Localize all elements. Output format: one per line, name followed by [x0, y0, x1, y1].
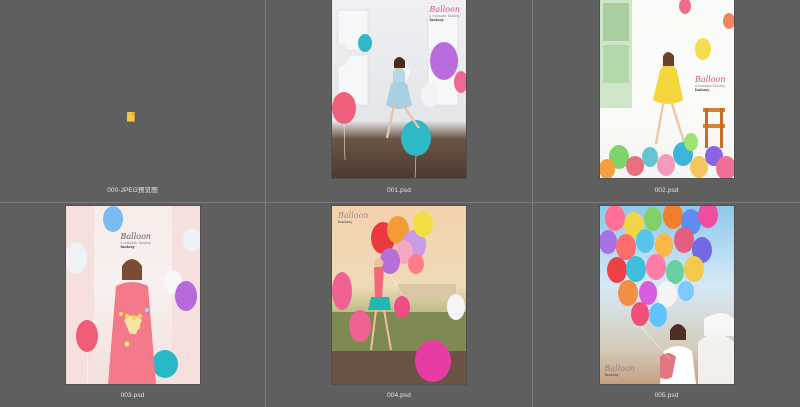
item-caption: 005.psd: [654, 392, 679, 399]
grid-item-001[interactable]: Balloon a romantic fantasy fantasy 001.p…: [266, 0, 533, 203]
logo-main: Balloon: [338, 211, 369, 220]
balloon-logo: Balloon fantasy: [604, 363, 636, 378]
balloon-logo: Balloon a romantic fantasy fantasy: [695, 76, 726, 93]
balloon-scene: [599, 206, 734, 384]
logo-main: Balloon: [604, 363, 636, 373]
grid-item-folder[interactable]: 000-JPEG预览图: [0, 0, 266, 203]
logo-tag: fantasy: [120, 245, 135, 250]
logo-tag: fantasy: [429, 18, 444, 23]
thumbnail-image: Balloon a romantic fantasy fantasy: [599, 0, 734, 178]
item-caption: 002.psd: [654, 187, 679, 194]
file-browser: 000-JPEG预览图 Balloon a romantic fantasy f…: [0, 0, 800, 407]
folder-icon: [127, 112, 135, 122]
logo-tag: fantasy: [604, 372, 619, 377]
logo-tag: fantasy: [338, 220, 353, 224]
thumbnail-image: Balloon a romantic fantasy fantasy: [65, 206, 200, 384]
item-caption: 000-JPEG预览图: [107, 187, 158, 194]
grid-item-004[interactable]: Balloon fantasy 004.psd: [266, 203, 533, 407]
balloon-scene: [332, 9, 466, 178]
thumbnail-grid: 000-JPEG预览图 Balloon a romantic fantasy f…: [0, 0, 800, 407]
item-caption: 003.psd: [120, 392, 145, 399]
balloon-logo: Balloon fantasy: [338, 212, 369, 225]
thumbnail-image: Balloon fantasy: [599, 206, 734, 384]
logo-main: Balloon: [120, 232, 152, 241]
logo-main: Balloon: [694, 75, 726, 84]
grid-item-002[interactable]: Balloon a romantic fantasy fantasy 002.p…: [533, 0, 800, 203]
balloon-logo: Balloon a romantic fantasy fantasy: [429, 6, 460, 23]
logo-tag: fantasy: [694, 88, 710, 93]
grid-item-005[interactable]: Balloon fantasy 005.psd: [533, 203, 800, 407]
thumbnail-image: Balloon fantasy: [332, 206, 466, 384]
item-caption: 004.psd: [387, 392, 411, 399]
grid-item-003[interactable]: Balloon a romantic fantasy fantasy 003.p…: [0, 203, 266, 407]
balloon-logo: Balloon a romantic fantasy fantasy: [121, 233, 152, 250]
logo-main: Balloon: [429, 5, 460, 14]
thumbnail-image: Balloon a romantic fantasy fantasy: [332, 0, 466, 178]
item-caption: 001.psd: [387, 187, 411, 194]
balloon-scene: [332, 211, 466, 384]
